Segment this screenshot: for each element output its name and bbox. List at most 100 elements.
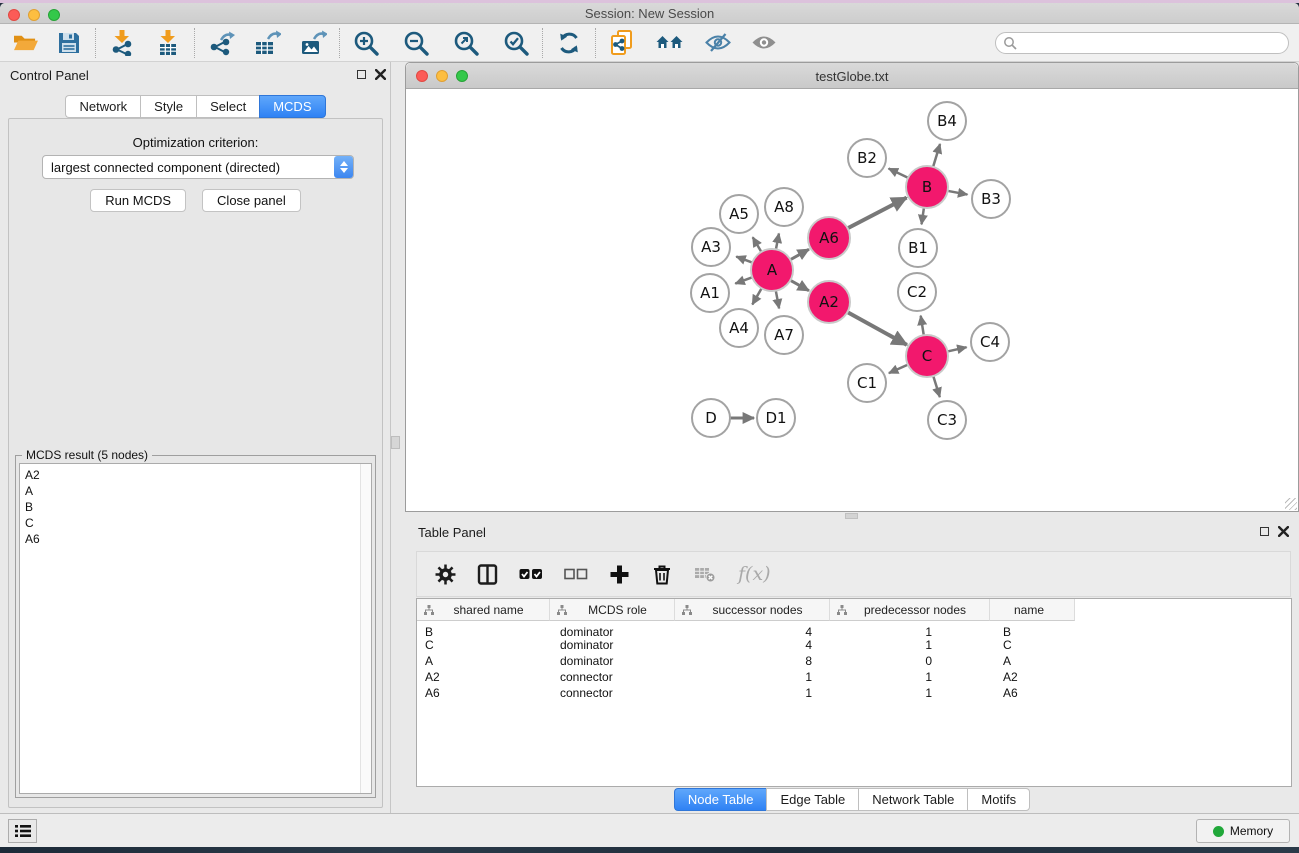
column-header-name[interactable]: name [990,599,1075,621]
graph-edge-A-A1[interactable] [735,277,753,284]
table-row[interactable]: Adominator80A [417,653,1291,669]
graph-node-B3[interactable]: B3 [972,180,1010,218]
graph-node-C2[interactable]: C2 [898,273,936,311]
table-panel-close-button[interactable] [1278,526,1289,537]
vertical-splitter-handle[interactable] [391,436,400,449]
import-table-button[interactable] [151,27,185,59]
graph-edge-A-A2[interactable] [789,280,809,291]
network-canvas[interactable]: B4 B2 B B3 A8A5 A6 A3 B1 A C2 A1 A2 A4A7 C4 C C1 C3 D D1 [406,90,1298,511]
export-table-button[interactable] [250,27,284,59]
select-all-rows-button[interactable] [519,564,543,584]
graph-node-C3[interactable]: C3 [928,401,966,439]
graph-node-A6[interactable]: A6 [808,217,850,259]
table-tab-network-table[interactable]: Network Table [858,788,967,811]
search-input[interactable] [995,32,1289,54]
window-resize-grip[interactable] [1285,498,1297,510]
table-tab-edge-table[interactable]: Edge Table [766,788,858,811]
table-row[interactable]: Bdominator41B [417,621,1291,637]
open-session-button[interactable] [8,27,42,59]
tab-style[interactable]: Style [140,95,196,118]
graph-node-A3[interactable]: A3 [692,228,730,266]
mcds-result-item[interactable]: C [20,515,371,531]
table-row[interactable]: A6connector11A6 [417,685,1291,701]
zoom-selected-button[interactable] [499,27,533,59]
mcds-result-item[interactable]: A6 [20,531,371,547]
table-panel-float-button[interactable] [1260,527,1269,536]
column-header-successor-nodes[interactable]: successor nodes [675,599,830,621]
graph-node-A2[interactable]: A2 [808,281,850,323]
graph-node-D1[interactable]: D1 [757,399,795,437]
tab-network[interactable]: Network [65,95,140,118]
graph-edge-A-A3[interactable] [736,257,753,263]
import-network-button[interactable] [105,27,139,59]
new-network-from-selection-button[interactable] [605,27,639,59]
hide-selected-button[interactable] [701,27,735,59]
result-list-scrollbar[interactable] [360,464,371,793]
table-settings-button[interactable] [435,564,456,585]
column-header-predecessor-nodes[interactable]: predecessor nodes [830,599,990,621]
zoom-in-button[interactable] [349,27,383,59]
table-row[interactable]: A2connector11A2 [417,669,1291,685]
graph-edge-A-A7[interactable] [776,290,779,309]
graph-edge-A-A8[interactable] [776,234,779,251]
graph-node-A1[interactable]: A1 [691,274,729,312]
column-header-shared-name[interactable]: shared name [417,599,550,621]
graph-edge-A-A5[interactable] [753,237,762,253]
graph-edge-B-B4[interactable] [933,144,940,168]
graph-edge-C-C3[interactable] [933,375,940,397]
graph-edge-C-C2[interactable] [921,316,924,337]
export-network-button[interactable] [204,27,238,59]
control-panel-close-button[interactable] [375,69,386,80]
graph-edge-C-C4[interactable] [947,347,967,351]
graph-node-C1[interactable]: C1 [848,364,886,402]
graph-node-A7[interactable]: A7 [765,316,803,354]
mcds-result-item[interactable]: A [20,483,371,499]
table-tab-motifs[interactable]: Motifs [967,788,1030,811]
graph-edge-B-B3[interactable] [947,191,968,195]
toggle-panel-layout-button[interactable] [477,564,498,585]
zoom-fit-button[interactable] [449,27,483,59]
show-all-button[interactable] [747,27,781,59]
graph-node-A8[interactable]: A8 [765,188,803,226]
graph-node-C4[interactable]: C4 [971,323,1009,361]
graph-node-B[interactable]: B [906,166,948,208]
zoom-out-button[interactable] [399,27,433,59]
tab-mcds[interactable]: MCDS [259,95,325,118]
graph-node-B1[interactable]: B1 [899,229,937,267]
graph-edge-A-A6[interactable] [789,249,809,260]
graph-node-B2[interactable]: B2 [848,139,886,177]
function-builder-button[interactable]: f(x) [738,563,771,585]
graph-node-C[interactable]: C [906,335,948,377]
deselect-all-rows-button[interactable] [564,564,588,584]
horizontal-splitter[interactable] [405,512,1299,520]
graph-node-A4[interactable]: A4 [720,309,758,347]
graph-node-B4[interactable]: B4 [928,102,966,140]
graph-edge-C-C1[interactable] [889,364,909,373]
table-tab-node-table[interactable]: Node Table [674,788,767,811]
graph-edge-A2-C[interactable] [847,312,907,345]
optimization-select[interactable]: largest connected component (directed) [42,155,354,179]
tab-select[interactable]: Select [196,95,259,118]
mcds-result-item[interactable]: B [20,499,371,515]
delete-columns-button[interactable] [651,563,673,585]
graph-edge-B-B2[interactable] [889,168,909,178]
graph-node-D[interactable]: D [692,399,730,437]
graph-edge-B-B1[interactable] [922,207,925,224]
horizontal-splitter-handle[interactable] [845,513,858,519]
graph-node-A5[interactable]: A5 [720,195,758,233]
run-mcds-button[interactable]: Run MCDS [90,189,186,212]
graph-edge-A-A4[interactable] [752,287,762,304]
show-panels-button[interactable] [8,819,37,843]
memory-button[interactable]: Memory [1196,819,1290,843]
close-panel-button[interactable]: Close panel [202,189,301,212]
delete-table-button[interactable] [694,565,717,583]
control-panel-float-button[interactable] [357,70,366,79]
first-neighbors-button[interactable] [653,27,687,59]
save-session-button[interactable] [52,27,86,59]
refresh-button[interactable] [552,27,586,59]
column-header-mcds-role[interactable]: MCDS role [550,599,675,621]
export-image-button[interactable] [296,27,330,59]
graph-edge-A6-B[interactable] [847,198,907,229]
graph-node-A[interactable]: A [751,249,793,291]
table-row[interactable]: Cdominator41C [417,637,1291,653]
